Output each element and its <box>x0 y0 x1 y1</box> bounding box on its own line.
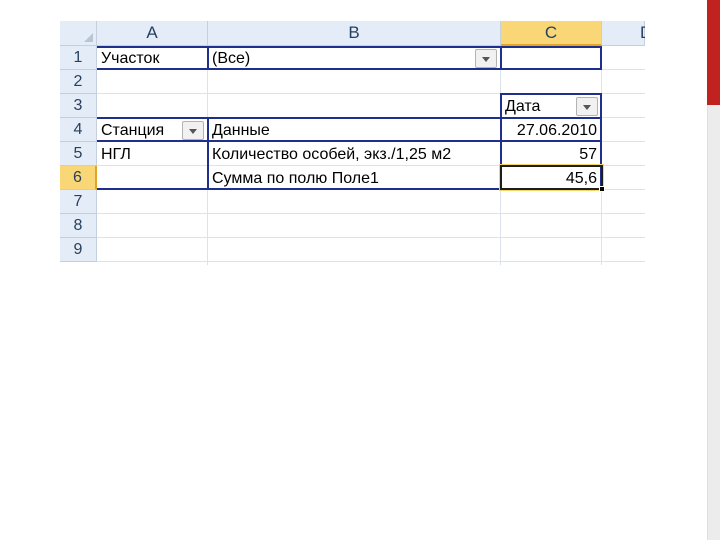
pivot-border <box>97 117 601 119</box>
row-field-label[interactable]: Станция <box>97 119 183 142</box>
column-header-b[interactable]: B <box>208 21 501 46</box>
filter-dropdown-icon[interactable] <box>475 49 497 68</box>
measure1-label-cell[interactable]: Количество особей, экз./1,25 м2 <box>208 143 500 166</box>
gridline <box>97 237 645 238</box>
row-header-7[interactable]: 7 <box>60 190 97 214</box>
date-dropdown-icon[interactable] <box>576 97 598 116</box>
spreadsheet-grid: A B C D 1 2 3 4 5 6 7 8 9 Участок (Все) … <box>60 21 645 265</box>
report-filter-value[interactable]: (Все) <box>208 47 478 70</box>
select-all-corner[interactable] <box>60 21 97 46</box>
pivot-border <box>207 117 209 189</box>
measure2-label-cell[interactable]: Сумма по полю Поле1 <box>208 167 500 190</box>
fill-handle[interactable] <box>599 186 605 192</box>
pivot-border <box>500 46 502 70</box>
row-header-1[interactable]: 1 <box>60 46 97 70</box>
pivot-border <box>500 93 601 95</box>
row-header-6[interactable]: 6 <box>60 166 97 190</box>
column-header-c[interactable]: C <box>501 21 602 46</box>
column-header-a[interactable]: A <box>97 21 208 46</box>
row-header-4[interactable]: 4 <box>60 118 97 142</box>
row-header-9[interactable]: 9 <box>60 238 97 262</box>
gridline <box>97 261 645 262</box>
row-header-5[interactable]: 5 <box>60 142 97 166</box>
date-value-cell[interactable]: 27.06.2010 <box>501 119 601 142</box>
pivot-border <box>207 46 209 70</box>
station-cell[interactable]: НГЛ <box>97 143 207 166</box>
report-filter-label[interactable]: Участок <box>97 47 207 70</box>
slide-edge-shadow <box>707 105 720 540</box>
column-header-d[interactable]: D <box>602 21 645 46</box>
station-dropdown-icon[interactable] <box>182 121 204 140</box>
data-field-label[interactable]: Данные <box>208 119 500 142</box>
gridline <box>97 213 645 214</box>
row-header-8[interactable]: 8 <box>60 214 97 238</box>
slide-accent-bar <box>707 0 720 105</box>
active-cell-c6[interactable] <box>499 164 604 191</box>
row-header-3[interactable]: 3 <box>60 94 97 118</box>
pivot-border <box>97 68 602 70</box>
pivot-border <box>97 140 601 142</box>
measure1-value-cell[interactable]: 57 <box>501 143 601 166</box>
pivot-border <box>97 46 602 48</box>
pivot-border <box>600 46 602 70</box>
row-header-2[interactable]: 2 <box>60 70 97 94</box>
column-field-label[interactable]: Дата <box>501 95 579 118</box>
